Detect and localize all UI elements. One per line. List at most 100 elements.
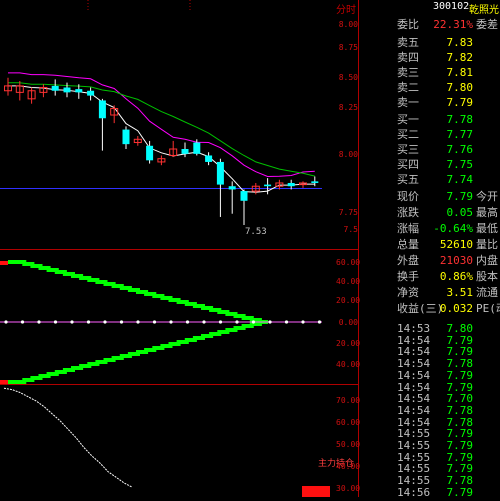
indicator-dot [268, 320, 272, 324]
stat-label: 换手 [397, 270, 419, 283]
indicator-axis-label: 40.00 [336, 277, 361, 286]
ask-row[interactable]: 卖一 7.79 [361, 95, 500, 111]
indicator-dot [251, 320, 256, 324]
stat-row: 换手 0.86% 股本 [361, 269, 500, 285]
indicator-dot [70, 320, 74, 324]
stock-code[interactable]: 300102 [433, 1, 469, 12]
order-ratio-row: 委比 22.31% 委差 [361, 17, 500, 33]
candle-body [205, 155, 213, 162]
indicator-steps [0, 260, 322, 384]
price-axis-label: 7.5 [343, 225, 358, 234]
ask-label: 卖二 [397, 81, 419, 94]
ask-price: 7.81 [446, 66, 474, 79]
ask-row[interactable]: 卖五 7.83 [361, 35, 500, 51]
low-price-annotation: 7.53 [245, 227, 267, 237]
indicator-dot [119, 320, 124, 324]
chart-mode-label[interactable]: 分时 [336, 1, 356, 16]
order-ratio-value: 22.31% [433, 18, 473, 31]
ask-label: 卖三 [397, 66, 419, 79]
indicator-dot [37, 320, 41, 324]
candle-body [311, 181, 319, 183]
bid-row[interactable]: 买四 7.75 [361, 157, 500, 173]
bid-price: 7.75 [446, 158, 474, 171]
stat-value: 7.79 [446, 190, 474, 203]
candle-body [75, 89, 83, 93]
candle-body [98, 100, 106, 119]
stat-value: -0.64% [433, 222, 473, 235]
candle-body [240, 191, 248, 201]
tick-row[interactable]: 14:56 7.79 [361, 485, 500, 501]
order-ratio-label: 委比 [397, 18, 419, 31]
price-axis-label: 7.75 [338, 208, 358, 217]
indicator-axis-label: 40.00 [336, 360, 361, 369]
indicator-dot [86, 320, 91, 324]
stat-ext-label: 最低 [476, 222, 498, 235]
stat-label: 涨跌 [397, 206, 419, 219]
bid-price: 7.78 [446, 113, 474, 126]
bid-price: 7.74 [446, 173, 474, 186]
volume-bar [302, 486, 330, 497]
indicator-dot [185, 320, 190, 324]
indicator-step-line [8, 320, 268, 384]
price-axis-label: 8.00 [338, 150, 358, 159]
candle-body [122, 129, 130, 145]
moving-averages [8, 72, 315, 193]
indicator-dot [169, 320, 173, 324]
candle-body [216, 161, 224, 185]
indicator-step-line [8, 260, 268, 324]
bid-price: 7.77 [446, 128, 474, 141]
indicator-dot [284, 320, 289, 324]
ask-row[interactable]: 卖三 7.81 [361, 65, 500, 81]
bid-price: 7.76 [446, 143, 474, 156]
bid-label: 买二 [397, 128, 419, 141]
chart-area[interactable]: 7.53 主力持仓 分时 8.00 8.75 8.50 8.25 8.00 7.… [0, 0, 360, 497]
stat-value: 0.86% [439, 270, 473, 283]
bottom-line [3, 387, 133, 488]
bottom-axis-label: 40.00 [336, 462, 361, 471]
chart-canvas[interactable]: 7.53 主力持仓 [0, 0, 360, 497]
ask-price: 7.80 [446, 81, 474, 94]
candle-body [87, 90, 95, 96]
bottom-axis-label: 60.00 [336, 418, 361, 427]
indicator-marker [0, 380, 8, 384]
stat-ext-label: PE(动 [476, 302, 500, 315]
stat-row: 涨幅 -0.64% 最低 [361, 221, 500, 237]
stat-row: 总量 52610 量比 [361, 237, 500, 253]
stat-label: 净资 [397, 286, 419, 299]
bottom-axis-label: 50.00 [336, 440, 361, 449]
ask-row[interactable]: 卖二 7.80 [361, 80, 500, 96]
price-axis-label: 8.50 [338, 73, 358, 82]
candle-body [228, 186, 236, 190]
price-axis-label: 8.75 [338, 43, 358, 52]
bid-row[interactable]: 买五 7.74 [361, 172, 500, 188]
indicator-marker [0, 261, 8, 265]
stat-ext-label: 内盘 [476, 254, 498, 267]
stat-value: 3.51 [446, 286, 474, 299]
bid-row[interactable]: 买二 7.77 [361, 127, 500, 143]
stat-row: 涨跌 0.05 最高 [361, 205, 500, 221]
candle-body [287, 182, 295, 187]
stat-ext-label: 最高 [476, 206, 498, 219]
candle-body [63, 87, 71, 93]
ask-label: 卖五 [397, 36, 419, 49]
stat-row: 收益(三) 0.032 PE(动 [361, 301, 500, 317]
price-axis-label: 8.25 [338, 103, 358, 112]
ask-row[interactable]: 卖四 7.82 [361, 50, 500, 66]
bid-row[interactable]: 买一 7.78 [361, 112, 500, 128]
order-diff-label: 委差 [476, 18, 498, 31]
bid-label: 买三 [397, 143, 419, 156]
stat-label: 外盘 [397, 254, 419, 267]
indicator-dot [20, 320, 25, 324]
candlesticks [4, 77, 319, 226]
bid-row[interactable]: 买三 7.76 [361, 142, 500, 158]
stat-value: 0.05 [446, 206, 474, 219]
stat-row: 现价 7.79 今开 [361, 189, 500, 205]
price-axis-label: 8.00 [338, 20, 358, 29]
stock-name[interactable]: 乾照光 [469, 1, 499, 16]
indicator-dot [4, 320, 8, 324]
ask-price: 7.83 [446, 36, 474, 49]
bid-label: 买四 [397, 158, 419, 171]
indicator-dot [218, 320, 223, 324]
indicator-dot [136, 320, 140, 324]
candle-body [264, 184, 272, 187]
